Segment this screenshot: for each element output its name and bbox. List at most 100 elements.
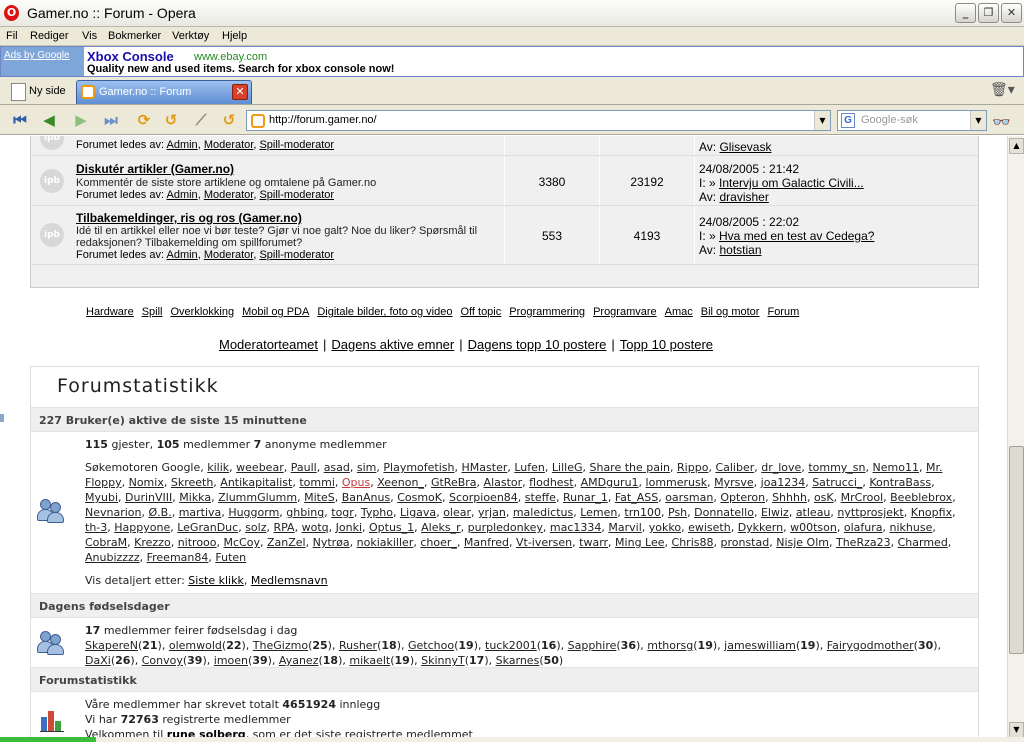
active-user-link[interactable]: Ligava bbox=[400, 506, 436, 519]
active-user-link[interactable]: Opus bbox=[342, 476, 370, 489]
birthday-user-link[interactable]: SkinnyT bbox=[421, 654, 465, 667]
active-user-link[interactable]: RPA bbox=[273, 521, 294, 534]
address-bar[interactable]: http://forum.gamer.no/ ▼ bbox=[246, 110, 831, 131]
rewind-icon[interactable]: ⏮ bbox=[9, 110, 31, 130]
active-user-link[interactable]: tommi bbox=[299, 476, 335, 489]
active-user-link[interactable]: MiteS bbox=[304, 491, 335, 504]
birthday-user-link[interactable]: mthorsg bbox=[647, 639, 693, 652]
menu-hjelp[interactable]: Hjelp bbox=[222, 30, 247, 42]
last-post-author[interactable]: Glisevask bbox=[719, 140, 771, 154]
active-user-link[interactable]: Skreeth bbox=[171, 476, 213, 489]
top10-link[interactable]: Topp 10 postere bbox=[620, 337, 713, 352]
active-user-link[interactable]: Krezzo bbox=[134, 536, 171, 549]
active-user-link[interactable]: th-3 bbox=[85, 521, 107, 534]
active-user-link[interactable]: Nemo11 bbox=[873, 461, 919, 474]
menu-verktoy[interactable]: Verktøy bbox=[172, 30, 209, 42]
mod-link[interactable]: Admin bbox=[167, 139, 198, 151]
forum-name[interactable]: Tilbakemeldinger, ris og ros (Gamer.no) bbox=[76, 211, 302, 225]
active-user-link[interactable]: osK bbox=[814, 491, 834, 504]
active-user-link[interactable]: Futen bbox=[215, 551, 246, 564]
active-user-link[interactable]: CosmoK bbox=[397, 491, 442, 504]
active-user-link[interactable]: sim bbox=[357, 461, 377, 474]
active-user-link[interactable]: Typho bbox=[361, 506, 393, 519]
mod-link[interactable]: Moderator bbox=[204, 249, 254, 261]
category-link[interactable]: Forum bbox=[767, 306, 799, 318]
category-link[interactable]: Programvare bbox=[593, 306, 657, 318]
active-user-link[interactable]: Myubi bbox=[85, 491, 118, 504]
active-user-link[interactable]: Jonki bbox=[336, 521, 362, 534]
category-link[interactable]: Amac bbox=[665, 306, 693, 318]
active-user-link[interactable]: Anubizzzz bbox=[85, 551, 140, 564]
ad-banner[interactable]: Ads by Google Xbox Console www.ebay.com … bbox=[0, 46, 1024, 77]
category-link[interactable]: Hardware bbox=[86, 306, 134, 318]
menu-vis[interactable]: Vis bbox=[82, 30, 97, 42]
active-user-link[interactable]: olear bbox=[443, 506, 471, 519]
mod-link[interactable]: Spill-moderator bbox=[259, 249, 334, 261]
active-user-link[interactable]: ZlummGlumm bbox=[218, 491, 297, 504]
active-user-link[interactable]: KontraBass bbox=[869, 476, 931, 489]
active-user-link[interactable]: Huggorm bbox=[228, 506, 279, 519]
active-user-link[interactable]: DurinVIII bbox=[125, 491, 172, 504]
active-user-link[interactable]: Rippo bbox=[677, 461, 708, 474]
active-user-link[interactable]: asad bbox=[324, 461, 350, 474]
active-user-link[interactable]: MrCrool bbox=[841, 491, 884, 504]
birthday-user-link[interactable]: Fairygodmother bbox=[827, 639, 914, 652]
active-user-link[interactable]: twarr bbox=[579, 536, 608, 549]
scroll-thumb[interactable] bbox=[1009, 446, 1024, 654]
active-user-link[interactable]: Share the pain bbox=[589, 461, 670, 474]
active-user-link[interactable]: GtReBra bbox=[431, 476, 477, 489]
active-user-link[interactable]: nokiakiller bbox=[357, 536, 414, 549]
birthday-user-link[interactable]: Getchoo bbox=[408, 639, 454, 652]
active-user-link[interactable]: Nytrøa bbox=[313, 536, 350, 549]
active-user-link[interactable]: TheRza23 bbox=[836, 536, 891, 549]
last-post-title[interactable]: Intervju om Galactic Civili... bbox=[719, 176, 864, 190]
active-user-link[interactable]: steffe bbox=[525, 491, 556, 504]
history-icon[interactable]: ↺ bbox=[218, 110, 240, 130]
active-user-link[interactable]: McCoy bbox=[224, 536, 260, 549]
active-user-link[interactable]: maledictus bbox=[513, 506, 573, 519]
address-url[interactable]: http://forum.gamer.no/ bbox=[269, 114, 377, 126]
scroll-up-icon[interactable]: ▲ bbox=[1009, 138, 1024, 154]
birthday-user-link[interactable]: jameswilliam bbox=[724, 639, 796, 652]
mod-link[interactable]: Spill-moderator bbox=[259, 189, 334, 201]
birthday-user-link[interactable]: Ayanez bbox=[279, 654, 319, 667]
birthday-user-link[interactable]: tuck2001 bbox=[485, 639, 537, 652]
category-link[interactable]: Bil og motor bbox=[701, 306, 760, 318]
active-user-link[interactable]: mac1334 bbox=[550, 521, 602, 534]
active-user-link[interactable]: Caliber bbox=[715, 461, 754, 474]
active-user-link[interactable]: solz bbox=[245, 521, 266, 534]
birthday-user-link[interactable]: olemwold bbox=[169, 639, 222, 652]
birthday-user-link[interactable]: Skarnes bbox=[496, 654, 540, 667]
active-user-link[interactable]: CobraM bbox=[85, 536, 127, 549]
birthday-user-link[interactable]: imoen bbox=[214, 654, 248, 667]
active-user-link[interactable]: Freeman84 bbox=[147, 551, 209, 564]
sort-last-click-link[interactable]: Siste klikk bbox=[188, 574, 244, 587]
forum-name[interactable]: Diskutér artikler (Gamer.no) bbox=[76, 162, 234, 176]
active-user-link[interactable]: atleau bbox=[796, 506, 831, 519]
active-user-link[interactable]: dr_love bbox=[761, 461, 801, 474]
home-icon[interactable]: ↺ bbox=[160, 110, 182, 130]
active-user-link[interactable]: Nomix bbox=[129, 476, 164, 489]
active-user-link[interactable]: joa1234 bbox=[761, 476, 806, 489]
active-user-link[interactable]: yrjan bbox=[478, 506, 506, 519]
scroll-down-icon[interactable]: ▼ bbox=[1009, 722, 1024, 738]
active-user-link[interactable]: nikhuse bbox=[890, 521, 933, 534]
mod-link[interactable]: Moderator bbox=[204, 139, 254, 151]
last-post-author[interactable]: hotstian bbox=[719, 243, 761, 257]
forward-icon[interactable]: ▶ bbox=[70, 110, 92, 130]
minimize-button[interactable]: _ bbox=[955, 3, 976, 23]
active-user-link[interactable]: Psh bbox=[668, 506, 687, 519]
birthday-user-link[interactable]: TheGizmo bbox=[253, 639, 308, 652]
category-link[interactable]: Off topic bbox=[460, 306, 501, 318]
active-user-link[interactable]: wotq bbox=[302, 521, 329, 534]
active-user-link[interactable]: BanAnus bbox=[342, 491, 390, 504]
active-user-link[interactable]: Charmed bbox=[898, 536, 948, 549]
category-link[interactable]: Digitale bilder, foto og video bbox=[317, 306, 452, 318]
active-user-link[interactable]: Satrucci_ bbox=[812, 476, 862, 489]
birthday-user-link[interactable]: DaXi bbox=[85, 654, 111, 667]
active-user-link[interactable]: Beeblebrox bbox=[890, 491, 952, 504]
active-user-link[interactable]: Manfred bbox=[464, 536, 509, 549]
active-user-link[interactable]: HMaster bbox=[462, 461, 508, 474]
zoom-glasses-icon[interactable]: 👓 bbox=[992, 113, 1011, 131]
active-user-link[interactable]: Xeenon_ bbox=[377, 476, 424, 489]
